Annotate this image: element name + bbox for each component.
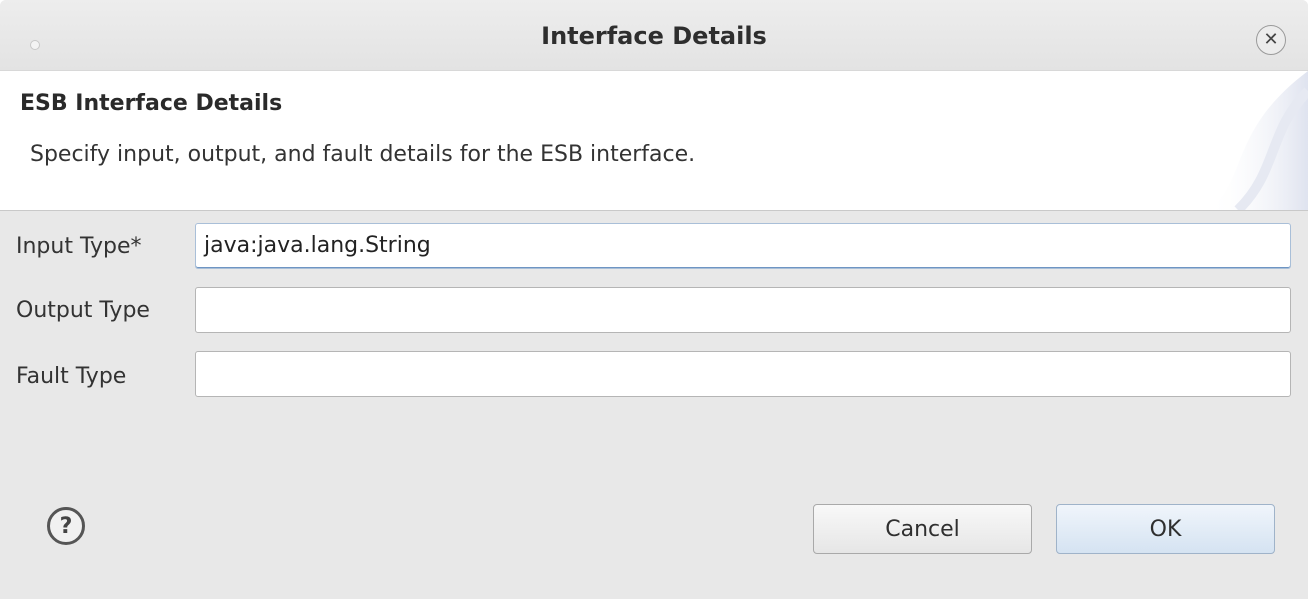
help-glyph: ? bbox=[59, 513, 73, 539]
fault-type-field[interactable] bbox=[195, 351, 1291, 397]
fault-type-label: Fault Type bbox=[16, 364, 127, 389]
input-type-field[interactable]: java:java.lang.String bbox=[195, 223, 1291, 269]
header-banner: ESB Interface Details Specify input, out… bbox=[0, 71, 1308, 211]
banner-decoration bbox=[1208, 71, 1308, 210]
input-type-label: Input Type* bbox=[16, 234, 142, 259]
cancel-button[interactable]: Cancel bbox=[813, 504, 1032, 554]
title-bar[interactable]: Interface Details ✕ bbox=[0, 0, 1308, 71]
output-type-label: Output Type bbox=[16, 298, 150, 323]
cancel-button-label: Cancel bbox=[885, 516, 960, 542]
close-button[interactable]: ✕ bbox=[1256, 25, 1286, 55]
help-icon[interactable]: ? bbox=[47, 507, 85, 545]
dialog-window: Interface Details ✕ ESB Interface Detail… bbox=[0, 0, 1308, 599]
ok-button-label: OK bbox=[1149, 516, 1182, 542]
page-heading: ESB Interface Details bbox=[20, 91, 283, 116]
page-description: Specify input, output, and fault details… bbox=[30, 142, 696, 167]
close-icon: ✕ bbox=[1263, 29, 1279, 50]
output-type-field[interactable] bbox=[195, 287, 1291, 333]
ok-button[interactable]: OK bbox=[1056, 504, 1275, 554]
dialog-title: Interface Details bbox=[541, 22, 767, 50]
